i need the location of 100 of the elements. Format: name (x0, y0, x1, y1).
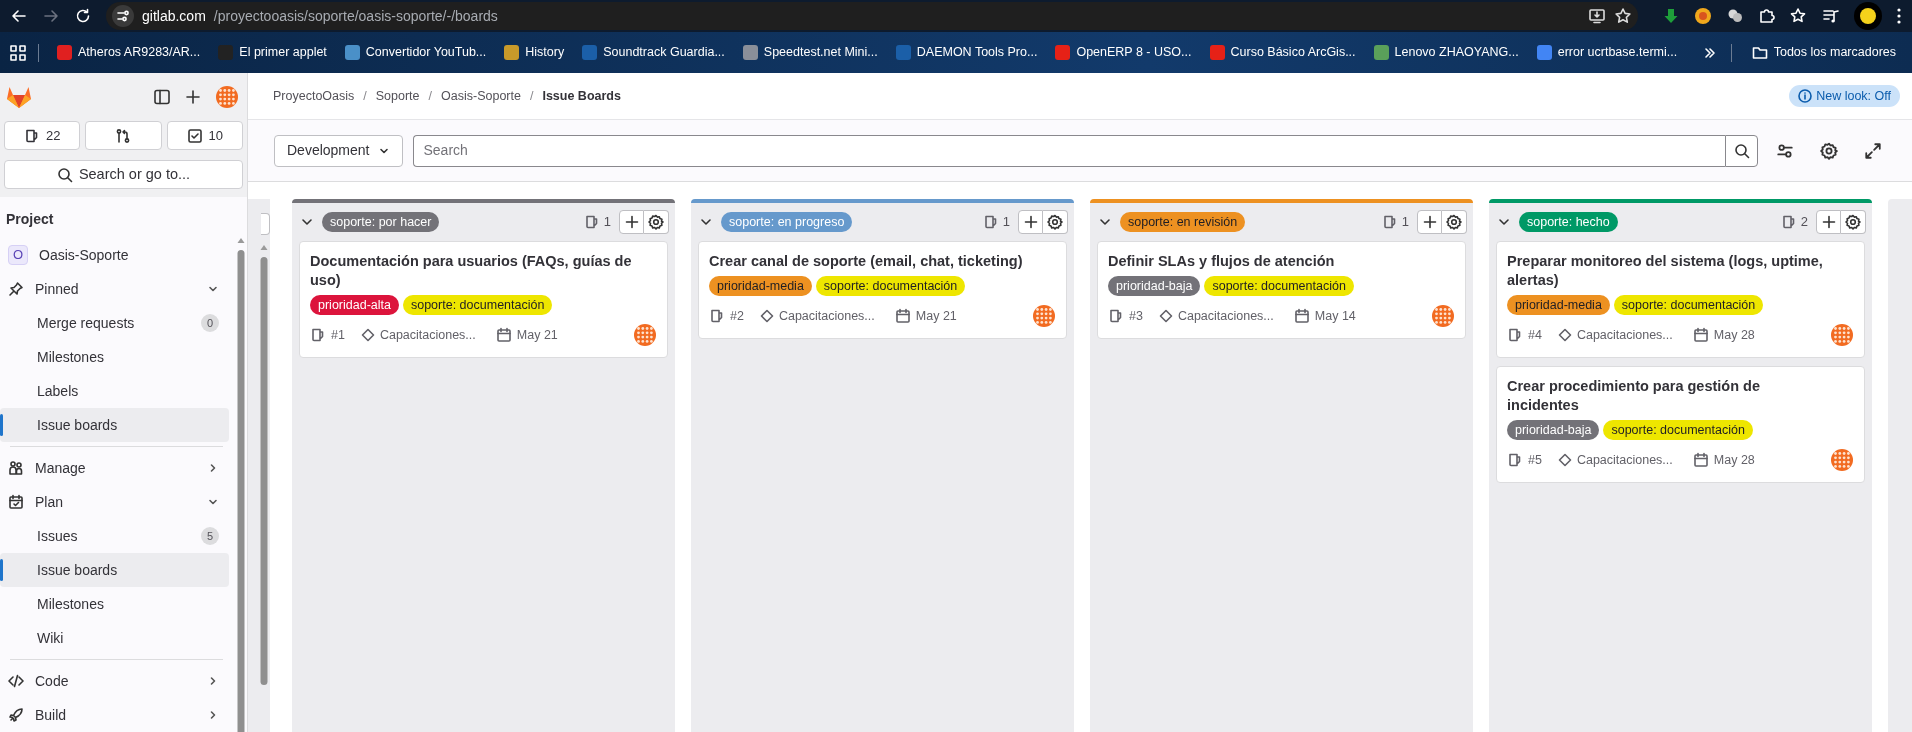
bookmark[interactable]: History (498, 40, 571, 65)
issue-card[interactable]: Crear procedimiento para gestión de incidentes prioridad-baja soporte: documentación #5 Capacitaciones... May 28 (1496, 366, 1865, 483)
avatar-icon[interactable] (1431, 304, 1455, 328)
nav-item[interactable]: Issue boards (0, 553, 229, 587)
sidebar-toggle-icon[interactable] (153, 88, 171, 106)
issue-title[interactable]: Preparar monitoreo del sistema (logs, uptime, alertas) (1507, 252, 1854, 290)
bookmark[interactable]: OpenERP 8 - USO... (1049, 40, 1198, 65)
media-icon[interactable] (1822, 7, 1840, 25)
milestone-link[interactable]: Capacitaciones... (1576, 325, 1673, 345)
issue-title[interactable]: Crear procedimiento para gestión de incidentes (1507, 377, 1854, 415)
nav-item[interactable]: Issues 5 (0, 519, 229, 553)
puzzle-icon[interactable] (1758, 7, 1776, 25)
nav-item[interactable]: Wiki (0, 621, 229, 655)
avatar-icon[interactable] (633, 323, 657, 347)
search-field[interactable]: Search (412, 134, 1725, 167)
nav-item[interactable]: Issue boards (0, 408, 229, 442)
project-link[interactable]: O Oasis-Soporte (0, 238, 229, 272)
issue-icon (1381, 214, 1398, 230)
issue-card[interactable]: Documentación para usuarios (FAQs, guías de uso) prioridad-alta soporte: documentación #1 Capacitaciones... May 21 (299, 241, 668, 358)
nav-group[interactable]: Code (0, 664, 229, 698)
milestone-icon (1557, 328, 1572, 342)
breadcrumb-link[interactable]: Oasis-Soporte (441, 86, 521, 106)
new-look-toggle[interactable]: New look: Off (1789, 84, 1900, 108)
bookmark-star-icon[interactable] (1790, 7, 1808, 25)
avatar-icon[interactable] (1830, 448, 1854, 472)
issue-icon (1507, 327, 1523, 343)
bookmark[interactable]: Lenovo ZHAOYANG... (1367, 40, 1525, 65)
issue-title[interactable]: Crear canal de soporte (email, chat, ticketing) (709, 252, 1056, 271)
bookmark[interactable]: Soundtrack Guardia... (576, 40, 731, 65)
bookmark[interactable]: Curso Básico ArcGis... (1203, 40, 1362, 65)
merge-requests-button[interactable] (85, 121, 162, 150)
nav-group[interactable]: Build (0, 698, 229, 732)
add-issue-button[interactable] (1018, 210, 1043, 234)
bookmark[interactable]: DAEMON Tools Pro... (889, 40, 1044, 65)
nav-item[interactable]: Merge requests 0 (0, 306, 229, 340)
scrollbar[interactable] (260, 245, 268, 685)
logo-icon[interactable] (6, 85, 32, 109)
install-app-icon[interactable] (1588, 7, 1606, 25)
avatar-icon[interactable] (215, 85, 239, 109)
milestone-link[interactable]: Capacitaciones... (379, 325, 476, 345)
avatar-icon[interactable] (1830, 323, 1854, 347)
breadcrumb-link[interactable]: Issue Boards (542, 86, 621, 106)
nav-item[interactable]: Labels (0, 374, 229, 408)
more-icon[interactable] (1896, 7, 1902, 25)
breadcrumb-separator: / (428, 87, 433, 105)
issues-count-button[interactable]: 22 (4, 121, 81, 150)
list-label: soporte: en progreso (721, 212, 853, 232)
add-issue-button[interactable] (619, 210, 644, 234)
list-settings-button[interactable] (644, 210, 669, 234)
back-icon[interactable] (10, 7, 28, 25)
scrollbar[interactable] (237, 238, 245, 732)
list-settings-button[interactable] (1841, 210, 1866, 234)
list-label: soporte: por hacer (322, 212, 440, 232)
profile-avatar-icon[interactable] (1854, 2, 1882, 30)
address-bar[interactable]: gitlab.com /proyectooasis/soporte/oasis-soporte/-/boards (106, 2, 1638, 30)
apps-icon[interactable] (10, 44, 26, 61)
nav-item[interactable]: Milestones (0, 340, 229, 374)
milestone-link[interactable]: Capacitaciones... (1576, 450, 1673, 470)
search-button[interactable]: Search or go to... (4, 160, 243, 189)
reload-icon[interactable] (74, 7, 92, 25)
issue-title[interactable]: Documentación para usuarios (FAQs, guías de uso) (310, 252, 657, 290)
nav-group[interactable]: Plan (0, 485, 229, 519)
issue-card[interactable]: Crear canal de soporte (email, chat, ticketing) prioridad-media soporte: documentación #2 Capacitaciones... May 21 (698, 241, 1067, 339)
bookmark[interactable]: El primer applet (212, 40, 333, 65)
add-issue-button[interactable] (1417, 210, 1442, 234)
issue-card[interactable]: Preparar monitoreo del sistema (logs, uptime, alertas) prioridad-media soporte: documentación #4 Capacitaciones... May 28 (1496, 241, 1865, 358)
milestone-link[interactable]: Capacitaciones... (778, 306, 875, 326)
nav-group[interactable]: Pinned (0, 272, 229, 306)
list-settings-button[interactable] (1442, 210, 1467, 234)
bookmark[interactable]: error ucrtbase.termi... (1530, 40, 1684, 65)
bookmark[interactable]: Atheros AR9283/AR... (51, 40, 207, 65)
star-icon[interactable] (1614, 7, 1632, 25)
issue-label: prioridad-baja (1507, 420, 1600, 440)
plus-icon[interactable] (185, 89, 201, 105)
extension-icon[interactable] (1694, 7, 1712, 25)
issue-title[interactable]: Definir SLAs y flujos de atención (1108, 252, 1455, 271)
issue-icon (1780, 214, 1797, 230)
all-bookmarks-button[interactable]: Todos los marcadores (1745, 40, 1902, 65)
issue-card[interactable]: Definir SLAs y flujos de atención prioridad-baja soporte: documentación #3 Capacitaciones... May 14 (1097, 241, 1466, 339)
chevrons-icon[interactable] (1702, 45, 1717, 60)
site-info-icon[interactable] (112, 5, 134, 27)
board-selector[interactable]: Development (274, 134, 403, 167)
extension-icon[interactable] (1726, 7, 1744, 25)
add-issue-button[interactable] (1816, 210, 1841, 234)
breadcrumb-link[interactable]: Soporte (375, 86, 420, 106)
count-badge: 5 (201, 527, 219, 545)
list-settings-button[interactable] (1043, 210, 1068, 234)
calendar-icon (894, 308, 911, 324)
search-button[interactable] (1725, 134, 1758, 167)
bookmark[interactable]: Speedtest.net Mini... (736, 40, 884, 65)
milestone-link[interactable]: Capacitaciones... (1177, 306, 1274, 326)
code-icon (8, 673, 24, 689)
nav-group[interactable]: Manage (0, 451, 229, 485)
breadcrumb-link[interactable]: ProyectoOasis (273, 86, 355, 106)
nav-item[interactable]: Milestones (0, 587, 229, 621)
download-icon[interactable] (1662, 7, 1680, 25)
avatar-icon[interactable] (1032, 304, 1056, 328)
todos-count-button[interactable]: 10 (166, 121, 243, 150)
issue-label: soporte: documentación (1613, 295, 1764, 315)
bookmark[interactable]: Convertidor YouTub... (338, 40, 493, 65)
